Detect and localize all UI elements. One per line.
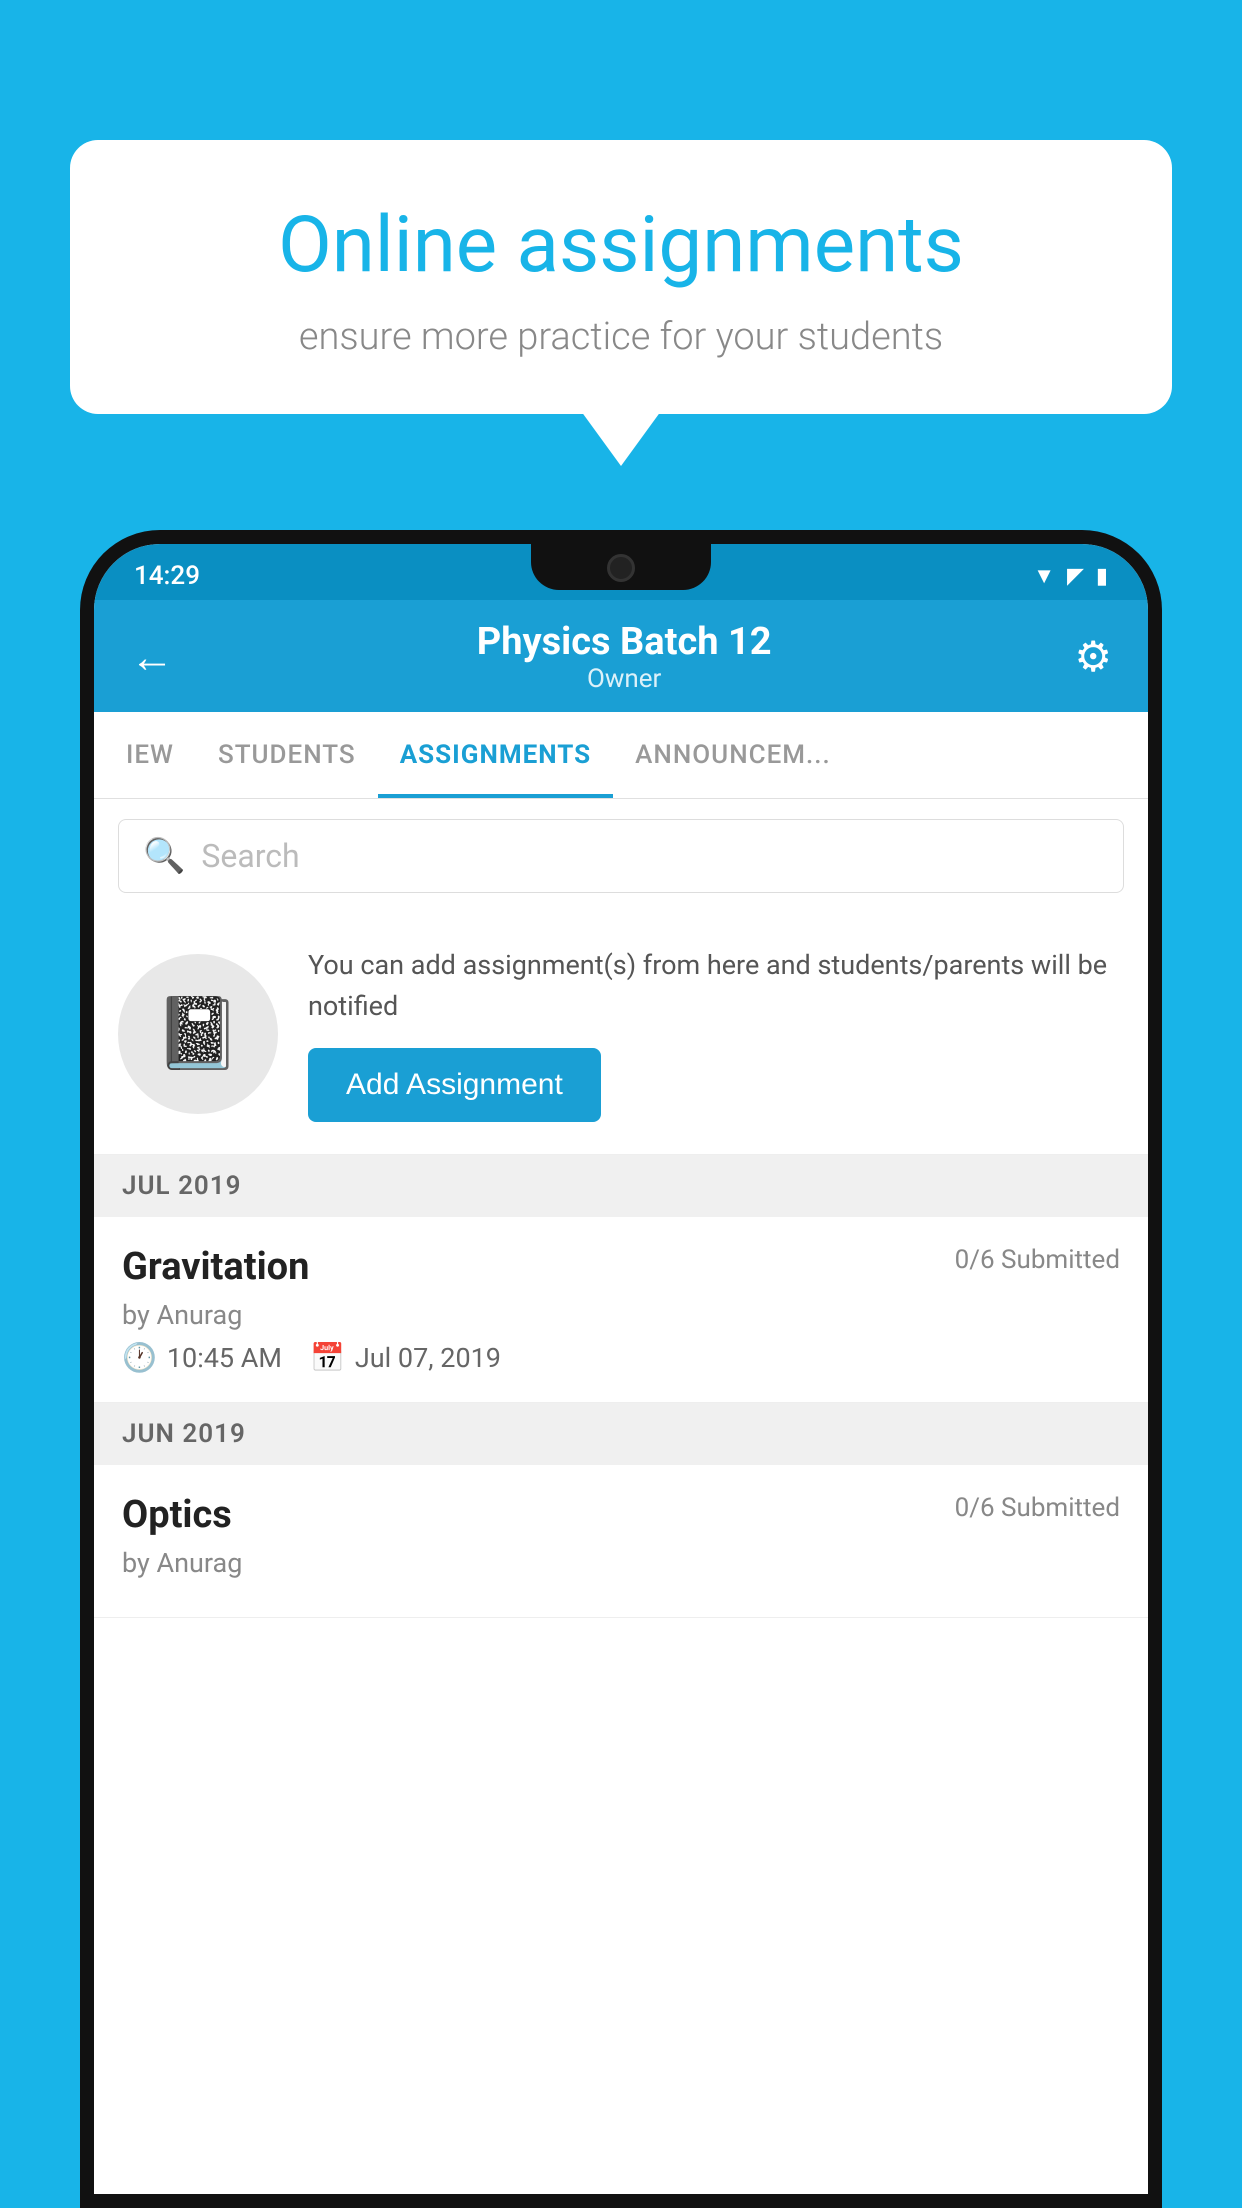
clock-icon: 🕐 — [122, 1341, 157, 1374]
section-header-jun: JUN 2019 — [94, 1403, 1148, 1465]
assignment-top: Gravitation 0/6 Submitted — [122, 1245, 1120, 1289]
detail-time: 🕐 10:45 AM — [122, 1341, 282, 1374]
tab-students[interactable]: STUDENTS — [196, 712, 378, 798]
battery-icon: ▮ — [1096, 564, 1108, 589]
speech-bubble-title: Online assignments — [140, 200, 1102, 291]
tab-assignments[interactable]: ASSIGNMENTS — [378, 712, 613, 798]
promo-card: 📓 You can add assignment(s) from here an… — [94, 913, 1148, 1155]
assignment-meta-gravitation: by Anurag — [122, 1299, 1120, 1331]
tab-announcements[interactable]: ANNOUNCEM... — [613, 712, 853, 798]
tabs-bar: IEW STUDENTS ASSIGNMENTS ANNOUNCEM... — [94, 712, 1148, 799]
assignment-time: 10:45 AM — [167, 1342, 282, 1374]
search-bar[interactable]: 🔍 Search — [118, 819, 1124, 893]
assignment-meta-optics: by Anurag — [122, 1547, 1120, 1579]
tab-iew[interactable]: IEW — [104, 712, 196, 798]
wifi-icon: ▼ — [1033, 563, 1055, 589]
calendar-icon: 📅 — [310, 1341, 345, 1374]
status-time: 14:29 — [134, 561, 200, 591]
promo-content: You can add assignment(s) from here and … — [308, 945, 1124, 1122]
assignment-title-optics: Optics — [122, 1493, 232, 1537]
speech-bubble-subtitle: ensure more practice for your students — [140, 315, 1102, 359]
back-button[interactable]: ← — [130, 631, 174, 683]
header-title-block: Physics Batch 12 Owner — [477, 620, 772, 694]
status-icons: ▼ ◤ ▮ — [1033, 563, 1108, 589]
assignment-submitted-optics: 0/6 Submitted — [955, 1493, 1120, 1523]
assignment-item-optics[interactable]: Optics 0/6 Submitted by Anurag — [94, 1465, 1148, 1618]
signal-icon: ◤ — [1067, 564, 1084, 589]
assignment-top-optics: Optics 0/6 Submitted — [122, 1493, 1120, 1537]
speech-bubble: Online assignments ensure more practice … — [70, 140, 1172, 414]
section-header-jul: JUL 2019 — [94, 1155, 1148, 1217]
assignment-detail-gravitation: 🕐 10:45 AM 📅 Jul 07, 2019 — [122, 1341, 1120, 1374]
search-placeholder: Search — [201, 837, 299, 875]
phone-frame: 14:29 ▼ ◤ ▮ ← Physics Batch 12 Owner ⚙ I… — [80, 530, 1162, 2208]
speech-bubble-container: Online assignments ensure more practice … — [70, 140, 1172, 414]
phone-screen: 14:29 ▼ ◤ ▮ ← Physics Batch 12 Owner ⚙ I… — [94, 544, 1148, 2194]
detail-date: 📅 Jul 07, 2019 — [310, 1341, 501, 1374]
header-title: Physics Batch 12 — [477, 620, 772, 664]
app-header: ← Physics Batch 12 Owner ⚙ — [94, 600, 1148, 712]
notebook-icon: 📓 — [154, 993, 241, 1075]
search-icon: 🔍 — [143, 836, 185, 876]
assignment-title-gravitation: Gravitation — [122, 1245, 309, 1289]
search-container: 🔍 Search — [94, 799, 1148, 913]
promo-icon-circle: 📓 — [118, 954, 278, 1114]
promo-text: You can add assignment(s) from here and … — [308, 945, 1124, 1026]
assignment-date: Jul 07, 2019 — [355, 1342, 501, 1374]
settings-icon[interactable]: ⚙ — [1074, 632, 1112, 682]
header-subtitle: Owner — [477, 664, 772, 694]
assignment-submitted-gravitation: 0/6 Submitted — [955, 1245, 1120, 1275]
assignment-item-gravitation[interactable]: Gravitation 0/6 Submitted by Anurag 🕐 10… — [94, 1217, 1148, 1403]
phone-camera — [607, 554, 635, 582]
add-assignment-button[interactable]: Add Assignment — [308, 1048, 601, 1122]
